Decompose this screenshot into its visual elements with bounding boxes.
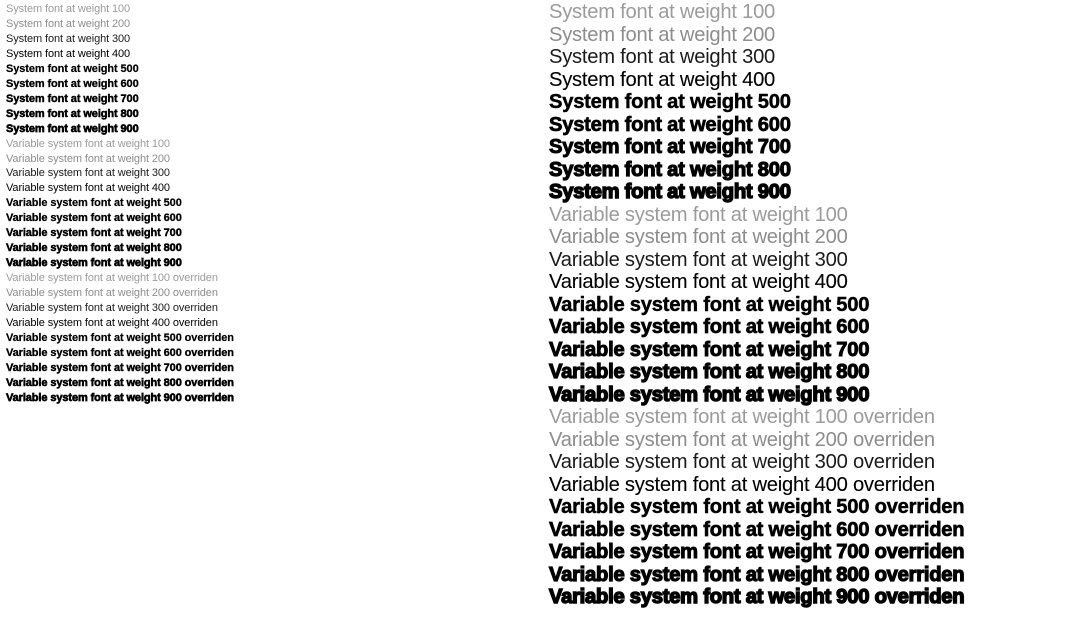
font-specimen-page: System font at weight 100 System font at … — [0, 0, 1066, 641]
specimen-line-system-600: System font at weight 600 — [6, 77, 139, 90]
specimen-line-variable-overriden-300: Variable system font at weight 300 overr… — [6, 302, 218, 315]
specimen-line-system-700: System font at weight 700 — [6, 92, 139, 105]
specimen-line-variable-300: Variable system font at weight 300 — [6, 167, 170, 180]
specimen-line-variable-100: Variable system font at weight 100 — [6, 137, 170, 150]
specimen-line-variable-700: Variable system font at weight 700 — [549, 338, 870, 361]
specimen-line-system-800: System font at weight 800 — [6, 107, 139, 120]
specimen-line-variable-500: Variable system font at weight 500 — [6, 197, 182, 210]
specimen-line-variable-overriden-900: Variable system font at weight 900 overr… — [6, 391, 235, 404]
specimen-line-system-900: System font at weight 900 — [6, 122, 139, 135]
specimen-line-system-100: System font at weight 100 — [549, 1, 776, 23]
specimen-line-variable-overriden-600: Variable system font at weight 600 overr… — [6, 346, 234, 359]
specimen-line-system-900: System font at weight 900 — [548, 180, 791, 203]
specimen-line-variable-overriden-200: Variable system font at weight 200 overr… — [549, 428, 935, 451]
specimen-line-system-200: System font at weight 200 — [6, 17, 131, 30]
specimen-line-variable-900: Variable system font at weight 900 — [548, 383, 870, 406]
specimen-line-variable-overriden-400: Variable system font at weight 400 overr… — [549, 473, 935, 496]
specimen-line-variable-200: Variable system font at weight 200 — [6, 152, 170, 165]
specimen-line-system-300: System font at weight 300 — [549, 46, 776, 68]
specimen-line-variable-100: Variable system font at weight 100 — [549, 203, 848, 226]
specimen-line-variable-overriden-100: Variable system font at weight 100 overr… — [549, 406, 935, 428]
specimen-line-variable-overriden-400: Variable system font at weight 400 overr… — [6, 317, 218, 330]
specimen-line-variable-400: Variable system font at weight 400 — [549, 271, 848, 293]
specimen-line-variable-400: Variable system font at weight 400 — [6, 182, 170, 195]
specimen-line-system-700: System font at weight 700 — [549, 136, 792, 159]
specimen-line-system-400: System font at weight 400 — [6, 47, 131, 60]
specimen-line-variable-700: Variable system font at weight 700 — [6, 227, 182, 240]
small-size-column: System font at weight 100 System font at … — [6, 0, 526, 406]
specimen-line-variable-overriden-500: Variable system font at weight 500 overr… — [6, 331, 234, 344]
specimen-line-variable-600: Variable system font at weight 600 — [549, 316, 870, 339]
specimen-line-variable-800: Variable system font at weight 800 — [548, 360, 870, 383]
specimen-line-variable-overriden-700: Variable system font at weight 700 overr… — [549, 541, 966, 564]
specimen-line-system-300: System font at weight 300 — [6, 32, 131, 45]
specimen-line-system-100: System font at weight 100 — [6, 3, 131, 15]
specimen-line-variable-overriden-600: Variable system font at weight 600 overr… — [549, 518, 965, 541]
specimen-line-variable-overriden-800: Variable system font at weight 800 overr… — [6, 376, 235, 390]
specimen-line-variable-900: Variable system font at weight 900 — [6, 257, 182, 270]
specimen-line-variable-overriden-800: Variable system font at weight 800 overr… — [548, 563, 965, 586]
specimen-line-variable-300: Variable system font at weight 300 — [549, 248, 848, 271]
specimen-line-system-400: System font at weight 400 — [549, 68, 776, 91]
specimen-line-system-600: System font at weight 600 — [549, 113, 792, 136]
specimen-line-variable-overriden-700: Variable system font at weight 700 overr… — [6, 361, 234, 374]
specimen-line-variable-overriden-300: Variable system font at weight 300 overr… — [549, 451, 935, 473]
specimen-line-system-800: System font at weight 800 — [548, 158, 791, 181]
specimen-line-variable-overriden-900: Variable system font at weight 900 overr… — [548, 585, 965, 608]
specimen-line-variable-overriden-200: Variable system font at weight 200 overr… — [6, 287, 218, 300]
specimen-line-system-500: System font at weight 500 — [6, 62, 139, 75]
specimen-line-system-500: System font at weight 500 — [549, 91, 791, 113]
large-size-column: System font at weight 100 System font at … — [548, 0, 1059, 609]
specimen-line-system-200: System font at weight 200 — [549, 23, 776, 46]
specimen-line-variable-600: Variable system font at weight 600 — [6, 212, 182, 225]
specimen-line-variable-200: Variable system font at weight 200 — [549, 226, 848, 248]
specimen-line-variable-overriden-500: Variable system font at weight 500 overr… — [549, 496, 965, 518]
specimen-line-variable-overriden-100: Variable system font at weight 100 overr… — [6, 272, 218, 285]
specimen-line-variable-500: Variable system font at weight 500 — [549, 293, 870, 316]
specimen-line-variable-800: Variable system font at weight 800 — [6, 242, 182, 255]
